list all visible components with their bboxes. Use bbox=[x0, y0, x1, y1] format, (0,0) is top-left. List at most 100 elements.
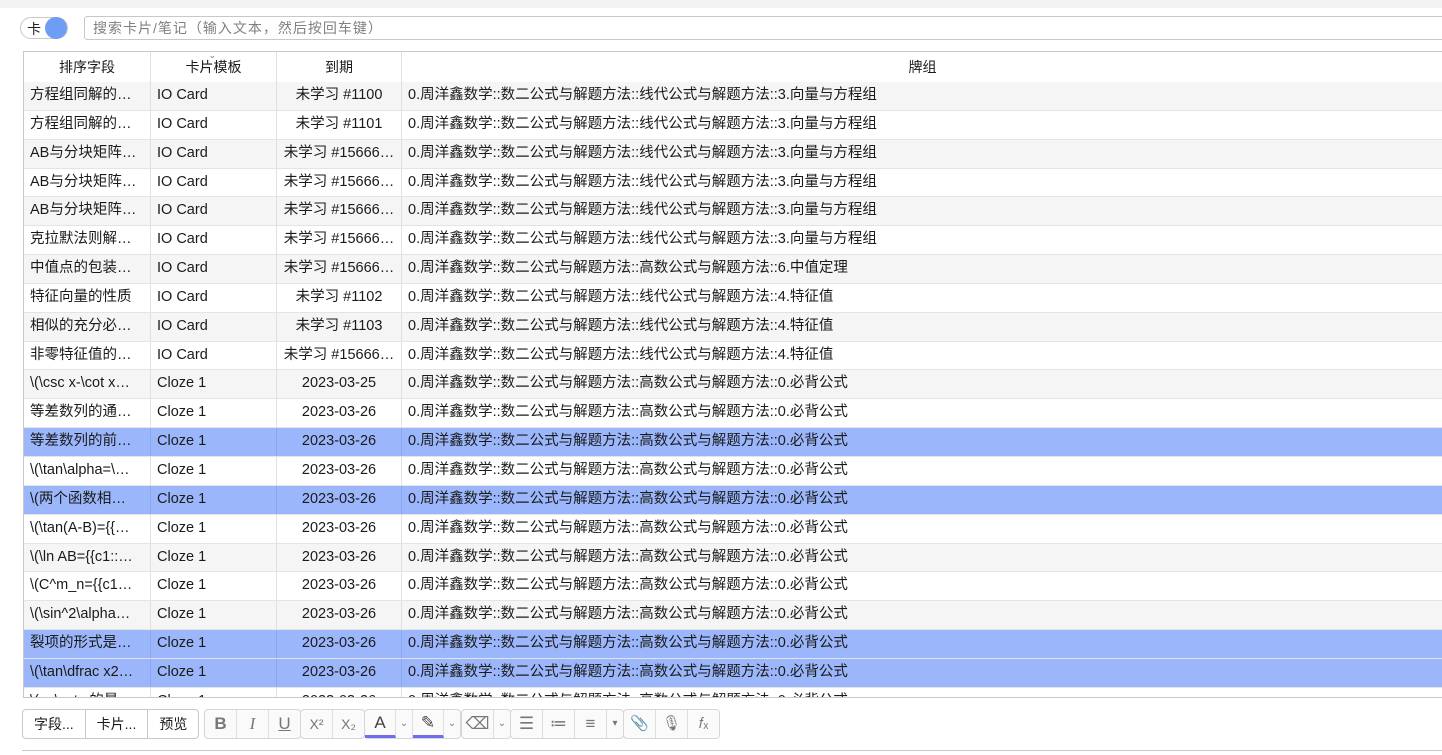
editor-tab-group: 字段... 卡片... 预览 bbox=[22, 709, 200, 739]
cell-sort-field: 特征向量的性质 bbox=[24, 283, 151, 312]
eraser-icon[interactable]: ⌫ bbox=[462, 710, 494, 738]
cell-sort-field: 非零特征值的… bbox=[24, 341, 151, 370]
text-color-dropdown-icon[interactable]: ⌄ bbox=[396, 710, 413, 738]
fields-button[interactable]: 字段... bbox=[23, 710, 86, 738]
subscript-icon[interactable]: X₂ bbox=[333, 710, 364, 738]
highlight-dropdown-icon[interactable]: ⌄ bbox=[444, 710, 460, 738]
insert-group: 📎 🎙 𝑓ₓ bbox=[623, 709, 720, 739]
table-row[interactable]: 等差数列的前… Cloze 1 2023-03-26 0.周洋鑫数学::数二公式与解题… bbox=[24, 428, 1442, 457]
card-table: 排序字段 ⌄ 卡片模板 到期 牌组 方程组同解的… IO Card 未学习 #110… bbox=[23, 51, 1442, 698]
cell-sort-field: 方程组同解的… bbox=[24, 110, 151, 139]
table-row[interactable]: 特征向量的性质 IO Card 未学习 #1102 0.周洋鑫数学::数二公式与解题方… bbox=[24, 283, 1442, 313]
text-style-group: B I U bbox=[204, 709, 301, 739]
cell-deck: 0.周洋鑫数学::数二公式与解题方法::线代公式与解题方法::3.向量与方程组 bbox=[408, 202, 877, 219]
cell-sort-field: 方程组同解的… bbox=[24, 82, 151, 110]
cell-due: 2023-03-26 bbox=[277, 572, 402, 601]
eraser-group: ⌫ ⌄ bbox=[461, 709, 511, 739]
cell-card-template: Cloze 1 bbox=[151, 658, 277, 687]
cell-deck: 0.周洋鑫数学::数二公式与解题方法::高数公式与解题方法::0.必背公式 bbox=[408, 461, 848, 478]
cell-deck: 0.周洋鑫数学::数二公式与解题方法::线代公式与解题方法::3.向量与方程组 bbox=[408, 173, 877, 190]
cell-due: 未学习 #15666… bbox=[277, 341, 402, 370]
highlight-icon[interactable]: ✎ bbox=[413, 710, 444, 738]
cell-deck: 0.周洋鑫数学::数二公式与解题方法::高数公式与解题方法::0.必背公式 bbox=[408, 548, 848, 565]
cell-card-template: IO Card bbox=[151, 82, 277, 110]
table-row[interactable]: \(\tan\alpha=\… Cloze 1 2023-03-26 0.周洋鑫数学:… bbox=[24, 456, 1442, 486]
table-row[interactable]: \(\tan\dfrac x2… Cloze 1 2023-03-26 0.周洋鑫数学… bbox=[24, 658, 1442, 688]
table-row[interactable]: 裂项的形式是… Cloze 1 2023-03-26 0.周洋鑫数学::数二公式与解题… bbox=[24, 630, 1442, 659]
cell-sort-field: \(\tan\dfrac x2… bbox=[24, 658, 151, 687]
table-row[interactable]: 相似的充分必… IO Card 未学习 #1103 0.周洋鑫数学::数二公式与解题方… bbox=[24, 312, 1442, 342]
numbered-list-icon[interactable]: ≔ bbox=[543, 710, 575, 738]
cell-due: 2023-03-26 bbox=[277, 687, 402, 697]
cell-due: 2023-03-26 bbox=[277, 428, 402, 456]
attach-icon[interactable]: 📎 bbox=[624, 710, 656, 738]
search-input[interactable] bbox=[84, 16, 1442, 40]
table-row[interactable]: 非零特征值的… IO Card 未学习 #15666… 0.周洋鑫数学::数二公式与解… bbox=[24, 341, 1442, 371]
table-body: 方程组同解的… IO Card 未学习 #1100 0.周洋鑫数学::数二公式与解题方… bbox=[24, 82, 1442, 697]
column-header-sort-field[interactable]: 排序字段 bbox=[24, 52, 151, 82]
table-row[interactable]: \(\sin^2\alpha… Cloze 1 2023-03-26 0.周洋鑫数学:… bbox=[24, 601, 1442, 631]
table-row[interactable]: AB与分块矩阵… IO Card 未学习 #15666… 0.周洋鑫数学::数二公式与… bbox=[24, 197, 1442, 227]
superscript-icon[interactable]: X² bbox=[301, 710, 333, 738]
microphone-icon[interactable]: 🎙 bbox=[656, 710, 688, 738]
cell-deck: 0.周洋鑫数学::数二公式与解题方法::高数公式与解题方法::0.必背公式 bbox=[408, 663, 848, 680]
cell-card-template: IO Card bbox=[151, 139, 277, 168]
eraser-dropdown-icon[interactable]: ⌄ bbox=[494, 710, 510, 738]
column-header-card-template[interactable]: ⌄ 卡片模板 bbox=[151, 52, 277, 82]
cell-card-template: IO Card bbox=[151, 197, 277, 226]
column-header-due[interactable]: 到期 bbox=[277, 52, 402, 82]
cards-button[interactable]: 卡片... bbox=[86, 710, 149, 738]
cell-deck: 0.周洋鑫数学::数二公式与解题方法::高数公式与解题方法::0.必背公式 bbox=[408, 519, 848, 536]
sort-indicator-icon: ⌄ bbox=[208, 51, 217, 60]
formula-icon[interactable]: 𝑓ₓ bbox=[688, 710, 719, 738]
cell-card-template: Cloze 1 bbox=[151, 543, 277, 572]
cell-sort-field: AB与分块矩阵… bbox=[24, 197, 151, 226]
italic-icon[interactable]: I bbox=[237, 710, 269, 738]
table-row[interactable]: \(y=\cot x的最…Cloze 12023-03-260.周洋鑫数学::数… bbox=[24, 687, 1442, 697]
text-color-icon[interactable]: A bbox=[365, 710, 396, 738]
bold-icon[interactable]: B bbox=[205, 710, 237, 738]
color-group: A ⌄ ✎ ⌄ bbox=[364, 709, 461, 739]
cell-deck: 0.周洋鑫数学::数二公式与解题方法::线代公式与解题方法::3.向量与方程组 bbox=[408, 115, 877, 132]
table-row[interactable]: \(\ln AB={{c1::… Cloze 1 2023-03-26 0.周洋鑫数学… bbox=[24, 543, 1442, 573]
table-row[interactable]: \(\tan(A-B)={{… Cloze 1 2023-03-26 0.周洋鑫数学:… bbox=[24, 514, 1442, 544]
table-row[interactable]: \(C^m_n={{c1… Cloze 1 2023-03-26 0.周洋鑫数学::数… bbox=[24, 572, 1442, 602]
preview-button[interactable]: 预览 bbox=[148, 710, 198, 738]
align-icon[interactable]: ≡ bbox=[575, 710, 607, 738]
cell-deck: 0.周洋鑫数学::数二公式与解题方法::高数公式与解题方法::0.必背公式 bbox=[408, 404, 848, 421]
cell-due: 未学习 #15666… bbox=[277, 255, 402, 283]
cell-deck: 0.周洋鑫数学::数二公式与解题方法::线代公式与解题方法::3.向量与方程组 bbox=[408, 87, 877, 103]
cell-sort-field: 相似的充分必… bbox=[24, 312, 151, 341]
cell-deck: 0.周洋鑫数学::数二公式与解题方法::线代公式与解题方法::3.向量与方程组 bbox=[408, 231, 877, 248]
cell-sort-field: \(\tan\alpha=\… bbox=[24, 456, 151, 485]
underline-icon[interactable]: U bbox=[269, 710, 300, 738]
cell-deck: 0.周洋鑫数学::数二公式与解题方法::高数公式与解题方法::0.必背公式 bbox=[408, 490, 848, 507]
table-row[interactable]: 克拉默法则解… IO Card 未学习 #15666… 0.周洋鑫数学::数二公式与解… bbox=[24, 226, 1442, 256]
table-row[interactable]: 等差数列的通… Cloze 1 2023-03-26 0.周洋鑫数学::数二公式与解题… bbox=[24, 399, 1442, 429]
column-header-deck[interactable]: 牌组 bbox=[402, 52, 1442, 82]
cell-sort-field: AB与分块矩阵… bbox=[24, 168, 151, 197]
table-row[interactable]: 方程组同解的… IO Card 未学习 #1101 0.周洋鑫数学::数二公式与解题方… bbox=[24, 110, 1442, 140]
table-row[interactable]: AB与分块矩阵… IO Card 未学习 #15666… 0.周洋鑫数学::数二公式与… bbox=[24, 139, 1442, 169]
table-row[interactable]: AB与分块矩阵… IO Card 未学习 #15666… 0.周洋鑫数学::数二公式与… bbox=[24, 168, 1442, 198]
cards-notes-toggle[interactable]: 卡 bbox=[20, 17, 68, 39]
column-header-card-template-label: 卡片模板 bbox=[185, 59, 242, 75]
table-row[interactable]: 方程组同解的… IO Card 未学习 #1100 0.周洋鑫数学::数二公式与解题方… bbox=[24, 82, 1442, 111]
cell-due: 未学习 #1103 bbox=[277, 312, 402, 341]
cell-due: 2023-03-26 bbox=[277, 456, 402, 485]
cell-due: 未学习 #1102 bbox=[277, 283, 402, 312]
cell-card-template: Cloze 1 bbox=[151, 630, 277, 658]
toggle-label: 卡 bbox=[27, 21, 41, 37]
bullet-list-icon[interactable]: ☰ bbox=[511, 710, 543, 738]
table-row[interactable]: \(\csc x-\cot x… Cloze 1 2023-03-25 0.周洋鑫数学… bbox=[24, 370, 1442, 400]
cell-sort-field: 等差数列的前… bbox=[24, 428, 151, 456]
cell-card-template: Cloze 1 bbox=[151, 485, 277, 514]
cell-card-template: Cloze 1 bbox=[151, 601, 277, 630]
cell-deck: 0.周洋鑫数学::数二公式与解题方法::线代公式与解题方法::3.向量与方程组 bbox=[408, 144, 877, 161]
table-row[interactable]: 中值点的包装… IO Card 未学习 #15666… 0.周洋鑫数学::数二公式与解… bbox=[24, 255, 1442, 284]
align-dropdown-icon[interactable]: ▾ bbox=[607, 710, 623, 738]
cell-deck: 0.周洋鑫数学::数二公式与解题方法::高数公式与解题方法::6.中值定理 bbox=[408, 260, 848, 277]
cell-due: 未学习 #15666… bbox=[277, 197, 402, 226]
cell-deck: 0.周洋鑫数学::数二公式与解题方法::线代公式与解题方法::4.特征值 bbox=[408, 346, 834, 363]
table-row[interactable]: \(两个函数相… Cloze 1 2023-03-26 0.周洋鑫数学::数二公式与解… bbox=[24, 485, 1442, 515]
